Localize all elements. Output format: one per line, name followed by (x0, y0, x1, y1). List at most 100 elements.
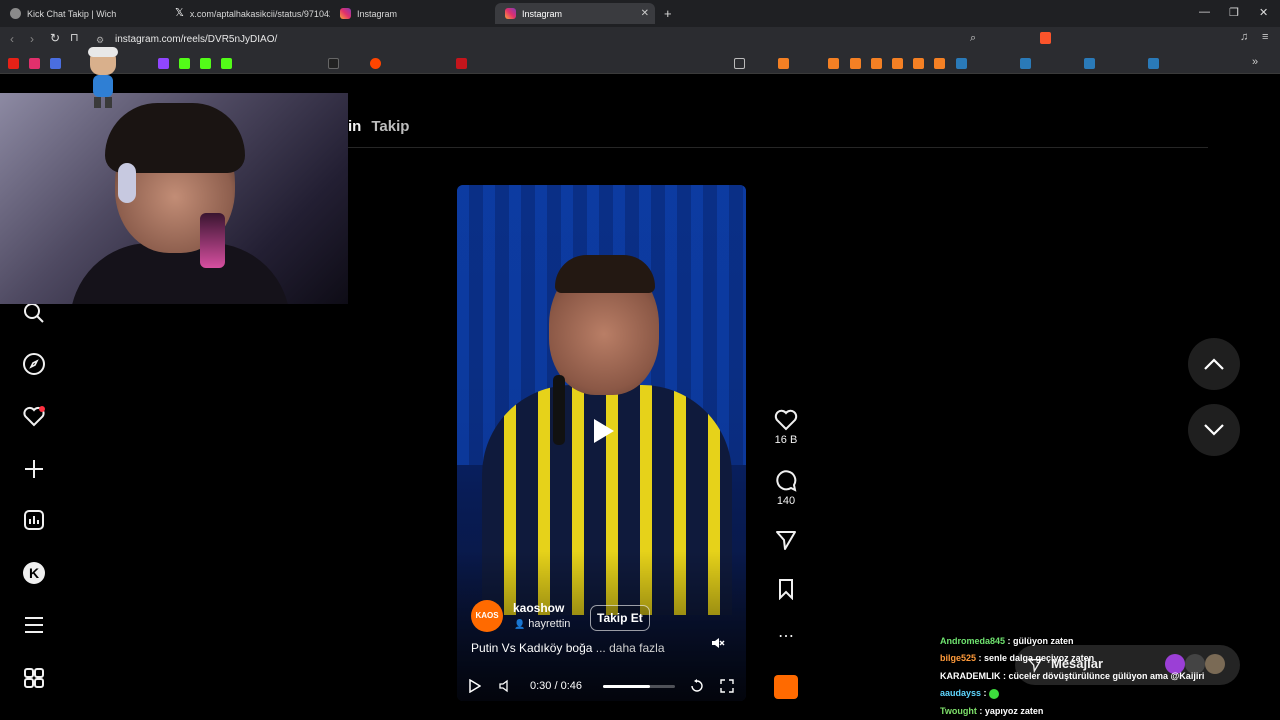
twitch-bookmark-icon[interactable] (158, 58, 169, 69)
fullscreen-icon[interactable] (720, 679, 734, 693)
video-time: 0:30 / 0:46 (530, 680, 582, 692)
music-icon[interactable]: ♫ (1240, 31, 1248, 43)
feed-tabs: in Takip (348, 118, 409, 135)
svg-text:K: K (29, 565, 39, 581)
microphone (200, 213, 225, 268)
reload-icon[interactable]: ↻ (50, 31, 60, 45)
tab-kick-chat[interactable]: Kick Chat Takip | Wich (0, 3, 165, 24)
chat-text: gülüyon zaten (1013, 636, 1074, 646)
bookmark-icon[interactable] (892, 58, 903, 69)
new-tab-button[interactable]: + (660, 3, 672, 24)
heart-icon[interactable] (774, 409, 798, 431)
collaborator-name: hayrettin (528, 618, 571, 630)
kick-bookmark-icon[interactable] (221, 58, 232, 69)
globe-icon (10, 8, 21, 19)
kick-bookmark-icon[interactable] (200, 58, 211, 69)
url-text: instagram.com/reels/DVR5nJyDIAO/ (115, 34, 278, 45)
folder-icon[interactable] (734, 58, 745, 69)
forward-icon[interactable]: › (30, 32, 34, 46)
reel-avatar[interactable]: KAOS (471, 600, 503, 632)
chat-user: KARADEMLIK (940, 671, 1001, 681)
comment-icon[interactable] (774, 470, 798, 492)
kick-bookmark-icon[interactable] (179, 58, 190, 69)
share-action[interactable] (772, 529, 800, 554)
zoom-icon[interactable]: ⌕ (970, 32, 976, 45)
video-progress[interactable] (603, 685, 675, 688)
chat-user: Twought (940, 706, 977, 716)
person-icon: 👤 (514, 619, 526, 629)
explore-icon[interactable] (22, 352, 46, 376)
k-app-icon[interactable]: K (22, 561, 46, 585)
brave-shield-icon[interactable] (1040, 32, 1051, 44)
share-icon[interactable] (774, 529, 798, 551)
instagram-icon (505, 8, 516, 19)
audio-thumbnail[interactable] (774, 675, 798, 699)
more-menu-icon[interactable] (22, 613, 46, 637)
reel-video[interactable]: KAOS kaoshow 👤 hayrettin Takip Et Putin V… (457, 185, 746, 701)
tab-instagram-active[interactable]: Instagram ✕ (495, 3, 655, 24)
maximize-icon[interactable]: ❐ (1229, 6, 1239, 19)
caption-ellipsis: ... (595, 641, 606, 655)
chat-user: bilge525 (940, 653, 977, 663)
new-tab-label: + (664, 6, 672, 21)
bookmark-icon[interactable] (828, 58, 839, 69)
menu-icon[interactable]: ≡ (1262, 31, 1268, 43)
url-field[interactable]: ⚙ instagram.com/reels/DVR5nJyDIAO/ (90, 30, 990, 50)
steam-bookmark-icon[interactable] (956, 58, 967, 69)
bookmark-icon[interactable] (850, 58, 861, 69)
more-bookmarks-icon[interactable]: » (1252, 56, 1258, 68)
muted-icon[interactable] (711, 636, 725, 650)
caption-text: Putin Vs Kadıköy boğa (471, 641, 593, 655)
x-bookmark-icon[interactable] (328, 58, 339, 69)
close-window-icon[interactable]: ✕ (1259, 6, 1268, 19)
dashboard-icon[interactable] (22, 508, 46, 532)
tab-x-status[interactable]: 𝕏 x.com/aptalhakasikcii/status/971042 (165, 3, 330, 24)
reel-username[interactable]: kaoshow (513, 601, 564, 615)
next-reel-button[interactable] (1188, 404, 1240, 456)
reddit-bookmark-icon[interactable] (370, 58, 381, 69)
previous-reel-button[interactable] (1188, 338, 1240, 390)
play-icon[interactable] (469, 679, 481, 693)
reel-collaborator[interactable]: 👤 hayrettin (514, 618, 571, 630)
divider (348, 147, 1208, 148)
tab-following[interactable]: Takip (371, 118, 409, 135)
bookmark-icon[interactable] (934, 58, 945, 69)
minimize-icon[interactable]: — (1199, 6, 1210, 18)
instagram-bookmark-icon[interactable] (29, 58, 40, 69)
save-action[interactable] (772, 578, 800, 603)
more-link[interactable]: daha fazla (609, 641, 664, 655)
bookmark-icon[interactable] (456, 58, 467, 69)
bookmark-icon[interactable]: ⊓ (70, 31, 79, 44)
replay-icon[interactable] (690, 679, 704, 693)
notifications-heart-icon[interactable] (22, 404, 46, 428)
comment-action[interactable]: 140 (772, 470, 800, 507)
chat-message: Andromeda845 : gülüyon zaten (940, 636, 1074, 646)
bookmark-icon[interactable] (913, 58, 924, 69)
create-plus-icon[interactable] (22, 457, 46, 481)
follow-button[interactable]: Takip Et (590, 605, 650, 631)
tab-instagram-1[interactable]: Instagram (330, 3, 495, 24)
steam-bookmark-icon[interactable] (1148, 58, 1159, 69)
chat-text: yapıyoz zaten (984, 706, 1044, 716)
steam-bookmark-icon[interactable] (1084, 58, 1095, 69)
character-sticker (88, 47, 118, 108)
apps-grid-icon[interactable] (22, 666, 46, 690)
bookmark-icon[interactable] (50, 58, 61, 69)
back-icon[interactable]: ‹ (10, 32, 14, 46)
close-tab-icon[interactable]: ✕ (641, 8, 649, 19)
bookmark-icon[interactable] (871, 58, 882, 69)
search-icon[interactable] (22, 301, 46, 325)
like-action[interactable]: 16 B (772, 409, 800, 446)
steam-bookmark-icon[interactable] (1020, 58, 1031, 69)
chat-message: aaudayss : (940, 688, 1260, 699)
chat-message: Twought : yapıyoz zaten (940, 706, 1044, 716)
bookmark-save-icon[interactable] (774, 578, 798, 601)
play-overlay-icon[interactable] (584, 413, 620, 449)
more-options-icon[interactable]: ⋯ (772, 626, 800, 646)
chat-message: bilge525 : senle dalga geçiyoz zaten (940, 653, 1095, 663)
youtube-bookmark-icon[interactable] (8, 58, 19, 69)
volume-icon[interactable] (499, 679, 511, 693)
reel-caption[interactable]: Putin Vs Kadıköy boğa ... daha fazla (471, 641, 665, 655)
tab-for-you-partial[interactable]: in (348, 118, 361, 135)
bookmark-icon[interactable] (778, 58, 789, 69)
